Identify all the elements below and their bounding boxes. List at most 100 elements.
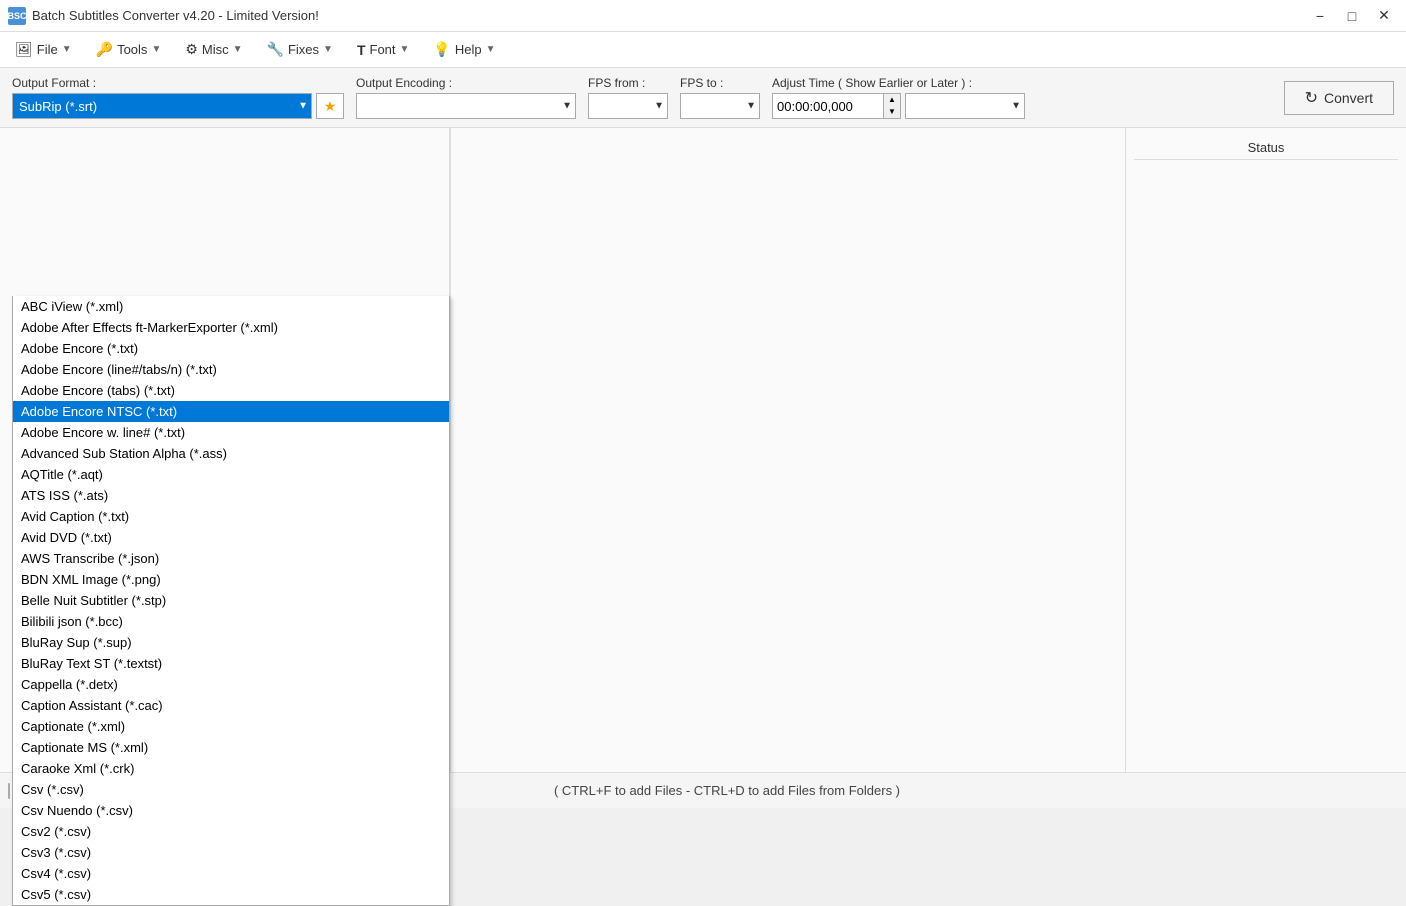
title-bar-left: BSC Batch Subtitles Converter v4.20 - Li… <box>8 7 319 25</box>
dropdown-list-item[interactable]: Caption Assistant (*.cac) <box>13 695 449 716</box>
fps-from-group: FPS from : ▼ <box>588 76 668 119</box>
dropdown-list-item[interactable]: BluRay Sup (*.sup) <box>13 632 449 653</box>
time-spin-down-button[interactable]: ▼ <box>884 106 900 118</box>
output-format-label: Output Format : <box>12 76 344 90</box>
dropdown-list-item[interactable]: Adobe Encore w. line# (*.txt) <box>13 422 449 443</box>
tools-arrow: ▼ <box>151 44 161 55</box>
files-area: Status <box>451 128 1406 772</box>
fixes-icon: 🔧 <box>267 41 284 58</box>
dropdown-list-item[interactable]: AWS Transcribe (*.json) <box>13 548 449 569</box>
adjust-time-select[interactable] <box>905 93 1025 119</box>
time-spin-up-button[interactable]: ▲ <box>884 94 900 106</box>
dropdown-list-item[interactable]: Bilibili json (*.bcc) <box>13 611 449 632</box>
dropdown-list-item[interactable]: Csv Nuendo (*.csv) <box>13 800 449 821</box>
dropdown-list-item[interactable]: Adobe Encore (*.txt) <box>13 338 449 359</box>
menu-fixes-label: Fixes <box>288 42 319 57</box>
convert-icon: ↻ <box>1305 88 1318 108</box>
minimize-button[interactable]: − <box>1306 5 1334 27</box>
file-arrow: ▼ <box>62 44 72 55</box>
dropdown-list-item[interactable]: Csv5 (*.csv) <box>13 884 449 905</box>
format-dropdown-list[interactable]: ABC iView (*.xml)Adobe After Effects ft-… <box>12 296 450 906</box>
time-input-wrapper: ▲ ▼ <box>772 93 901 119</box>
dropdown-list-item[interactable]: Csv4 (*.csv) <box>13 863 449 884</box>
dropdown-list-item[interactable]: Avid Caption (*.txt) <box>13 506 449 527</box>
format-select-wrapper: SubRip (*.srt) ▼ <box>12 93 312 119</box>
title-bar: BSC Batch Subtitles Converter v4.20 - Li… <box>0 0 1406 32</box>
adjust-time-group: Adjust Time ( Show Earlier or Later ) : … <box>772 76 1025 119</box>
output-encoding-select[interactable] <box>356 93 576 119</box>
dropdown-list-item[interactable]: Csv3 (*.csv) <box>13 842 449 863</box>
title-bar-controls: − □ ✕ <box>1306 5 1398 27</box>
menu-misc-label: Misc <box>202 42 229 57</box>
menu-help-label: Help <box>455 42 482 57</box>
fps-to-select-wrapper: ▼ <box>680 93 760 119</box>
time-input[interactable] <box>773 94 883 118</box>
menu-file-label: File <box>37 42 58 57</box>
time-spinners: ▲ ▼ <box>883 94 900 118</box>
dropdown-list-item[interactable]: Caraoke Xml (*.crk) <box>13 758 449 779</box>
dropdown-list-item[interactable]: ATS ISS (*.ats) <box>13 485 449 506</box>
fps-from-label: FPS from : <box>588 76 668 90</box>
dropdown-list-item[interactable]: Csv (*.csv) <box>13 779 449 800</box>
close-button[interactable]: ✕ <box>1370 5 1398 27</box>
help-arrow: ▼ <box>486 44 496 55</box>
output-format-select[interactable]: SubRip (*.srt) <box>12 93 312 119</box>
dropdown-list-item[interactable]: BluRay Text ST (*.textst) <box>13 653 449 674</box>
app-icon: BSC <box>8 7 26 25</box>
dropdown-list-item[interactable]: Belle Nuit Subtitler (*.stp) <box>13 590 449 611</box>
dropdown-list-item[interactable]: Advanced Sub Station Alpha (*.ass) <box>13 443 449 464</box>
font-arrow: ▼ <box>400 44 410 55</box>
menu-help[interactable]: 💡 Help ▼ <box>422 36 506 63</box>
output-encoding-group: Output Encoding : ▼ <box>356 76 576 119</box>
dropdown-list-item[interactable]: Adobe After Effects ft-MarkerExporter (*… <box>13 317 449 338</box>
adjust-time-select-wrapper: ▼ <box>905 93 1025 119</box>
dropdown-list-item[interactable]: Captionate (*.xml) <box>13 716 449 737</box>
misc-icon: ⚙ <box>185 41 198 58</box>
output-encoding-label: Output Encoding : <box>356 76 576 90</box>
dropdown-list-item[interactable]: Cappella (*.detx) <box>13 674 449 695</box>
menu-font[interactable]: T Font ▼ <box>346 37 420 63</box>
dropdown-list-item[interactable]: AQTitle (*.aqt) <box>13 464 449 485</box>
files-list-area <box>451 128 1126 772</box>
adjust-time-controls: ▲ ▼ ▼ <box>772 93 1025 119</box>
font-icon: T <box>357 42 366 58</box>
right-panel: Status <box>450 128 1406 772</box>
toolbar: Output Format : SubRip (*.srt) ▼ ★ Outpu… <box>0 68 1406 128</box>
window-title: Batch Subtitles Converter v4.20 - Limite… <box>32 8 319 23</box>
fps-to-label: FPS to : <box>680 76 760 90</box>
dropdown-list-item[interactable]: Avid DVD (*.txt) <box>13 527 449 548</box>
menu-bar: 🖼 File ▼ 🔑 Tools ▼ ⚙ Misc ▼ 🔧 Fixes ▼ T … <box>0 32 1406 68</box>
menu-tools-label: Tools <box>117 42 147 57</box>
output-format-controls: SubRip (*.srt) ▼ ★ <box>12 93 344 119</box>
misc-arrow: ▼ <box>233 44 243 55</box>
dropdown-list-item[interactable]: BDN XML Image (*.png) <box>13 569 449 590</box>
encoding-select-wrapper: ▼ <box>356 93 576 119</box>
star-icon: ★ <box>324 98 337 115</box>
favorite-button[interactable]: ★ <box>316 93 344 119</box>
maximize-button[interactable]: □ <box>1338 5 1366 27</box>
output-format-group: Output Format : SubRip (*.srt) ▼ ★ <box>12 76 344 119</box>
menu-file[interactable]: 🖼 File ▼ <box>4 36 83 63</box>
dropdown-list-item[interactable]: Adobe Encore (tabs) (*.txt) <box>13 380 449 401</box>
dropdown-list-item[interactable]: Csv2 (*.csv) <box>13 821 449 842</box>
dropdown-list-item[interactable]: Captionate MS (*.xml) <box>13 737 449 758</box>
tools-icon: 🔑 <box>96 41 113 58</box>
dropdown-list-item[interactable]: Adobe Encore NTSC (*.txt) <box>13 401 449 422</box>
dropdown-list-item[interactable]: Adobe Encore (line#/tabs/n) (*.txt) <box>13 359 449 380</box>
fps-from-select[interactable] <box>588 93 668 119</box>
status-header: Status <box>1134 136 1398 160</box>
menu-fixes[interactable]: 🔧 Fixes ▼ <box>256 36 344 63</box>
menu-font-label: Font <box>370 42 396 57</box>
menu-tools[interactable]: 🔑 Tools ▼ <box>85 36 173 63</box>
dropdown-list-item[interactable]: ABC iView (*.xml) <box>13 296 449 317</box>
fps-from-select-wrapper: ▼ <box>588 93 668 119</box>
fps-to-select[interactable] <box>680 93 760 119</box>
file-icon: 🖼 <box>15 41 33 58</box>
status-area: Status <box>1126 128 1406 772</box>
menu-misc[interactable]: ⚙ Misc ▼ <box>174 36 253 63</box>
progress-bar-container <box>8 783 10 799</box>
convert-button[interactable]: ↻ Convert <box>1284 81 1394 115</box>
convert-label: Convert <box>1324 90 1373 106</box>
help-icon: 💡 <box>433 41 450 58</box>
fps-to-group: FPS to : ▼ <box>680 76 760 119</box>
